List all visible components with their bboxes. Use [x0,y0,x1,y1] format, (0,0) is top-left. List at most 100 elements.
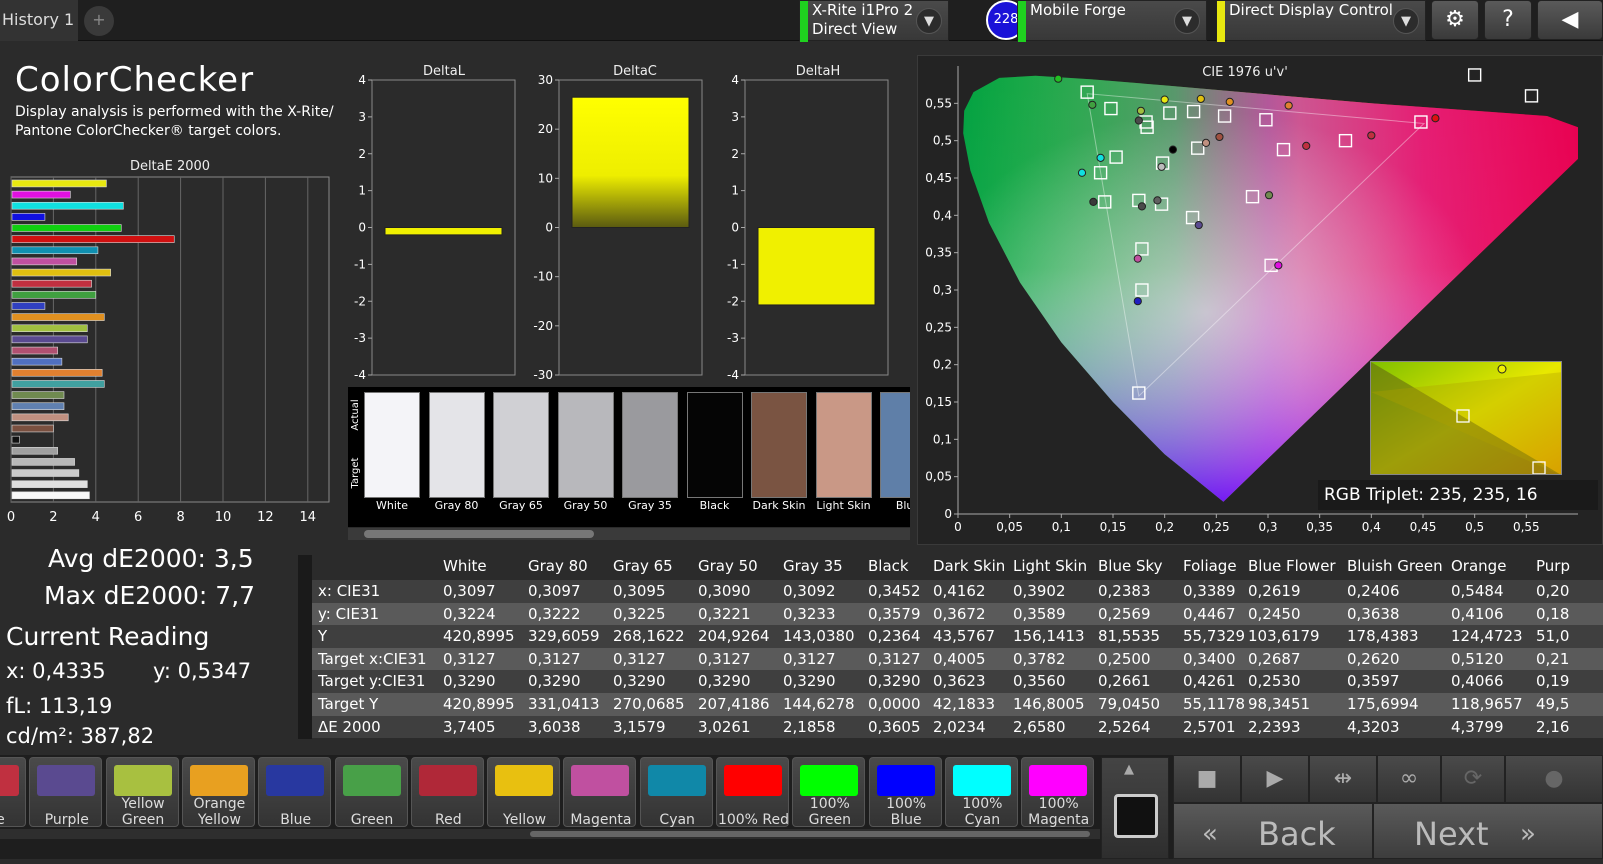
fit-button[interactable]: ⇹ [1309,755,1377,803]
scrollbar-thumb[interactable] [530,831,1090,837]
y-tick-label: -3 [354,331,366,345]
x-tick-label: 0,35 [1306,520,1333,534]
delta-bar [757,227,876,306]
swatch-label: Dark Skin [752,499,806,512]
add-tab-button[interactable]: + [84,6,114,36]
y-tick-label: -30 [533,368,553,382]
color-patch-button[interactable]: Blue [258,757,332,828]
help-button[interactable]: ? [1484,0,1532,40]
zoom-measured-point [1497,364,1507,374]
loop-icon: ∞ [1399,766,1419,791]
color-swatch[interactable] [686,392,743,498]
collapse-button[interactable]: ◀ [1537,0,1603,40]
deltae-bar [11,480,88,488]
loop-button[interactable]: ∞ [1377,755,1441,803]
status-lamp [1217,1,1225,42]
color-patch-button[interactable]: Orange Yellow [181,757,256,828]
table-cell: 2,2393 [1248,717,1301,736]
x-tick-label: 0,5 [1465,520,1484,534]
color-patch-button[interactable]: 100% Cyan [944,757,1018,828]
row-label: Target y:CIE31 [318,672,426,691]
label-line-1: Green [350,812,394,828]
table-cell: 0,19 [1536,672,1570,691]
color-patch-button[interactable]: rate [0,757,26,828]
table-row[interactable]: Target y:CIE31 0,3290 0,3290 0,3290 0,3290 0,… [298,670,1603,693]
color-patch-button[interactable]: 100% Blue [868,757,943,828]
device-meter-selector[interactable]: X-Rite i1Pro 2 Direct View ▼ [799,0,949,42]
table-cell: 0,5484 [1451,582,1504,600]
color-patch-label: Orange Yellow [183,796,256,828]
label-line-2: Green [808,812,851,828]
color-swatch[interactable] [880,392,910,498]
color-patch-button[interactable]: 100% Magenta [1021,757,1095,828]
device-display-selector[interactable]: Direct Display Control ▼ [1216,0,1426,42]
refresh-icon: ⟳ [1463,766,1483,791]
color-patch-button[interactable]: Cyan [639,757,713,828]
measured-point [1168,145,1178,154]
y-tick-label: 0 [358,221,366,235]
table-row[interactable]: Target x:CIE31 0,3127 0,3127 0,3127 0,3127 0,… [298,647,1603,671]
row-label: y: CIE31 [318,604,380,623]
color-patch-button[interactable]: Purple [29,757,103,828]
y-tick-label: 0 [944,507,952,521]
color-chip [266,765,325,796]
measured-point [1431,114,1440,123]
current-patch-swatch [1114,794,1158,838]
refresh-button[interactable]: ⟳ [1441,755,1505,803]
table-cell: 124,4723 [1451,627,1523,646]
table-cell: 0,3597 [1347,672,1400,691]
color-swatch[interactable] [751,392,807,498]
device-pattern-selector[interactable]: Mobile Forge ▼ [1017,0,1207,42]
chevron-down-icon[interactable]: ▼ [1393,8,1419,34]
table-cell: 0,3290 [443,672,496,691]
table-row[interactable]: Target Y 420,8995 331,0413 270,0685 207,4186… [298,693,1603,716]
avg-de-readout: Avg dE2000: 3,5 [48,544,254,573]
table-cell: 0,2383 [1098,582,1151,600]
play-button[interactable]: ▶ [1241,755,1309,803]
x-tick-label: 0,4 [1362,520,1381,534]
target-marker [1524,89,1539,103]
color-patch-button[interactable]: 100% Red [716,757,789,828]
color-swatch[interactable] [557,392,614,498]
fit-icon: ⇹ [1333,766,1353,791]
column-header: Gray 50 [698,557,758,575]
scrollbar-thumb[interactable] [364,530,594,538]
x-tick-label: 14 [300,510,317,525]
settings-button[interactable]: ⚙ [1431,0,1479,40]
table-cell: 4,3799 [1451,717,1504,736]
color-patch-button[interactable]: Red [410,757,484,828]
table-row[interactable]: y: CIE31 0,3224 0,3222 0,3225 0,3221 0,3233 0,… [298,602,1603,626]
color-swatch[interactable] [364,392,420,498]
swatch-scrollbar[interactable] [348,528,910,540]
chevron-down-icon[interactable]: ▼ [916,8,942,34]
stop-button[interactable]: ■ [1173,755,1241,803]
color-swatch[interactable] [622,392,678,498]
color-swatch[interactable] [428,392,485,498]
measured-point [1134,116,1143,125]
color-patch-button[interactable]: Magenta [563,757,637,828]
chevron-down-icon[interactable]: ▼ [1174,8,1200,34]
table-cell: 0,3638 [1347,604,1400,623]
table-row[interactable]: x: CIE31 0,3097 0,3097 0,3095 0,3090 0,3092 0,… [298,580,1603,603]
swatch-strip: Actual Target White Gray 80 Gray 65 Gray 50… [348,387,910,527]
color-patch-button[interactable]: Yellow Green [105,757,179,828]
row-label: ΔE 2000 [318,717,381,736]
back-button[interactable]: « Back [1173,803,1373,859]
table-row[interactable]: ΔE 2000 3,7405 3,6038 3,1579 3,0261 2,1858 0,3… [298,715,1603,739]
measured-point [1201,138,1211,148]
next-button[interactable]: Next » [1373,803,1603,859]
color-patch-button[interactable]: Yellow [487,757,561,828]
color-swatch[interactable] [815,392,872,498]
color-patch-button[interactable]: Green [334,757,408,828]
color-patch-button[interactable]: 100% Green [792,757,866,828]
chevron-up-icon[interactable]: ▲ [1124,762,1134,777]
table-row[interactable]: Y 420,8995 329,6059 268,1622 204,9264 143,038… [298,625,1603,648]
deltae-bar [11,402,65,410]
tab-history-1[interactable]: History 1 [0,0,78,41]
deltae-bar [11,268,111,277]
record-button[interactable]: ● [1505,755,1603,803]
color-swatch[interactable] [493,392,549,498]
color-patch-label: 100% Blue [870,796,943,828]
table-cell: 49,5 [1536,695,1570,713]
row-label: Target x:CIE31 [318,649,427,668]
